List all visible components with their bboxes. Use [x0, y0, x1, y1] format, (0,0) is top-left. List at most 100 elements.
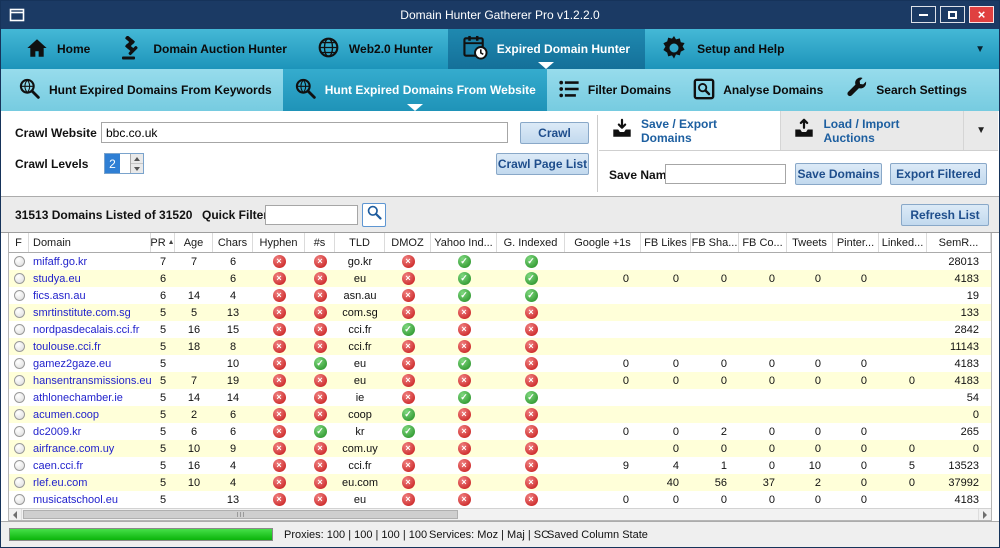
- spinner-up-button[interactable]: [131, 154, 143, 164]
- subnav-item-filter-domains[interactable]: Filter Domains: [547, 69, 682, 111]
- table-row[interactable]: athlonechamber.ie51414××ie×✓✓54: [9, 389, 991, 406]
- cell-domain[interactable]: rlef.eu.com: [29, 474, 151, 491]
- row-select-radio[interactable]: [14, 460, 25, 471]
- table-row[interactable]: mifaff.go.kr776××go.kr×✓✓28013: [9, 253, 991, 270]
- cell-f[interactable]: [9, 355, 29, 372]
- cell-domain[interactable]: athlonechamber.ie: [29, 389, 151, 406]
- table-row[interactable]: toulouse.cci.fr5188××cci.fr×××11143: [9, 338, 991, 355]
- cell-f[interactable]: [9, 304, 29, 321]
- close-button[interactable]: ×: [969, 6, 994, 23]
- cell-f[interactable]: [9, 253, 29, 270]
- row-select-radio[interactable]: [14, 409, 25, 420]
- row-select-radio[interactable]: [14, 358, 25, 369]
- cell-domain[interactable]: acumen.coop: [29, 406, 151, 423]
- cell-f[interactable]: [9, 372, 29, 389]
- spinner-down-button[interactable]: [131, 164, 143, 173]
- table-row[interactable]: musicatschool.eu513××eu×××0000004183: [9, 491, 991, 508]
- column-header-semrush[interactable]: SemR...: [927, 233, 991, 252]
- column-header-tld[interactable]: TLD: [335, 233, 385, 252]
- column-header-tweets[interactable]: Tweets: [787, 233, 833, 252]
- cell-f[interactable]: [9, 474, 29, 491]
- cell-domain[interactable]: hansentransmissions.eu: [29, 372, 151, 389]
- row-select-radio[interactable]: [14, 341, 25, 352]
- cell-f[interactable]: [9, 389, 29, 406]
- table-row[interactable]: hansentransmissions.eu5719××eu×××0000000…: [9, 372, 991, 389]
- table-row[interactable]: airfrance.com.uy5109××com.uy×××0000000: [9, 440, 991, 457]
- cell-domain[interactable]: studya.eu: [29, 270, 151, 287]
- tab-save-export-domains[interactable]: Save / Export Domains: [599, 111, 781, 150]
- cell-f[interactable]: [9, 406, 29, 423]
- column-header-f[interactable]: F: [9, 233, 29, 252]
- horizontal-scrollbar[interactable]: [9, 508, 991, 520]
- column-header-hyphen[interactable]: Hyphen: [253, 233, 305, 252]
- row-select-radio[interactable]: [14, 443, 25, 454]
- table-row[interactable]: studya.eu66××eu×✓✓0000004183: [9, 270, 991, 287]
- cell-f[interactable]: [9, 440, 29, 457]
- save-domains-button[interactable]: Save Domains: [795, 163, 882, 185]
- nav-overflow-chevron-icon[interactable]: ▼: [975, 44, 999, 55]
- column-header-dmoz[interactable]: DMOZ: [385, 233, 431, 252]
- subnav-item-hunt-from-keywords[interactable]: Hunt Expired Domains From Keywords: [7, 69, 283, 111]
- row-select-radio[interactable]: [14, 290, 25, 301]
- column-header-google_plus_ones[interactable]: Google +1s: [565, 233, 641, 252]
- column-header-pr[interactable]: PR▲: [151, 233, 175, 252]
- nav-item-setup-and-help[interactable]: Setup and Help: [645, 29, 799, 69]
- column-header-fb_comments[interactable]: FB Co...: [739, 233, 787, 252]
- column-header-domain[interactable]: Domain: [29, 233, 151, 252]
- cell-domain[interactable]: smrtinstitute.com.sg: [29, 304, 151, 321]
- subnav-item-hunt-from-website[interactable]: Hunt Expired Domains From Website: [283, 69, 547, 111]
- row-select-radio[interactable]: [14, 256, 25, 267]
- scrollbar-thumb[interactable]: [23, 510, 458, 519]
- cell-domain[interactable]: airfrance.com.uy: [29, 440, 151, 457]
- row-select-radio[interactable]: [14, 324, 25, 335]
- table-row[interactable]: nordpasdecalais.cci.fr51615××cci.fr✓××28…: [9, 321, 991, 338]
- table-row[interactable]: gamez2gaze.eu510×✓eu×✓×0000004183: [9, 355, 991, 372]
- cell-domain[interactable]: nordpasdecalais.cci.fr: [29, 321, 151, 338]
- row-select-radio[interactable]: [14, 426, 25, 437]
- table-row[interactable]: rlef.eu.com5104××eu.com×××40563720037992: [9, 474, 991, 491]
- save-name-input[interactable]: [665, 164, 786, 184]
- cell-f[interactable]: [9, 491, 29, 508]
- nav-item-domain-auction-hunter[interactable]: Domain Auction Hunter: [105, 29, 302, 69]
- scroll-right-button[interactable]: [978, 509, 991, 520]
- scroll-left-button[interactable]: [9, 509, 22, 520]
- table-row[interactable]: dc2009.kr566×✓kr✓××002000265: [9, 423, 991, 440]
- row-select-radio[interactable]: [14, 392, 25, 403]
- crawl-button[interactable]: Crawl: [520, 122, 589, 144]
- refresh-list-button[interactable]: Refresh List: [901, 204, 989, 226]
- tab-load-import-auctions[interactable]: Load / Import Auctions: [781, 111, 964, 150]
- cell-domain[interactable]: fics.asn.au: [29, 287, 151, 304]
- minimize-button[interactable]: [911, 6, 936, 23]
- quick-filter-input[interactable]: [265, 205, 358, 225]
- column-header-g_indexed[interactable]: G. Indexed: [497, 233, 565, 252]
- row-select-radio[interactable]: [14, 494, 25, 505]
- cell-domain[interactable]: gamez2gaze.eu: [29, 355, 151, 372]
- nav-item-expired-domain-hunter[interactable]: Expired Domain Hunter: [448, 29, 645, 69]
- subnav-item-search-settings[interactable]: Search Settings: [834, 69, 978, 111]
- crawl-page-list-button[interactable]: Crawl Page List: [496, 153, 589, 175]
- row-select-radio[interactable]: [14, 375, 25, 386]
- column-header-linkedin[interactable]: Linked...: [879, 233, 927, 252]
- cell-domain[interactable]: dc2009.kr: [29, 423, 151, 440]
- quick-filter-search-button[interactable]: [362, 203, 386, 227]
- column-header-age[interactable]: Age: [175, 233, 213, 252]
- row-select-radio[interactable]: [14, 477, 25, 488]
- cell-f[interactable]: [9, 457, 29, 474]
- column-header-pinterest[interactable]: Pinter...: [833, 233, 879, 252]
- table-row[interactable]: smrtinstitute.com.sg5513××com.sg×××133: [9, 304, 991, 321]
- cell-f[interactable]: [9, 338, 29, 355]
- cell-domain[interactable]: toulouse.cci.fr: [29, 338, 151, 355]
- cell-f[interactable]: [9, 321, 29, 338]
- subnav-item-analyse-domains[interactable]: Analyse Domains: [682, 69, 834, 111]
- cell-domain[interactable]: musicatschool.eu: [29, 491, 151, 508]
- export-filtered-button[interactable]: Export Filtered: [890, 163, 987, 185]
- save-section-chevron-icon[interactable]: ▼: [964, 125, 998, 136]
- table-row[interactable]: fics.asn.au6144××asn.au×✓✓19: [9, 287, 991, 304]
- cell-f[interactable]: [9, 423, 29, 440]
- crawl-levels-spinner[interactable]: 2: [104, 153, 144, 174]
- nav-item-home[interactable]: Home: [11, 29, 105, 69]
- cell-domain[interactable]: caen.cci.fr: [29, 457, 151, 474]
- column-header-fb_likes[interactable]: FB Likes: [641, 233, 691, 252]
- column-header-fb_shares[interactable]: FB Sha...: [691, 233, 739, 252]
- row-select-radio[interactable]: [14, 307, 25, 318]
